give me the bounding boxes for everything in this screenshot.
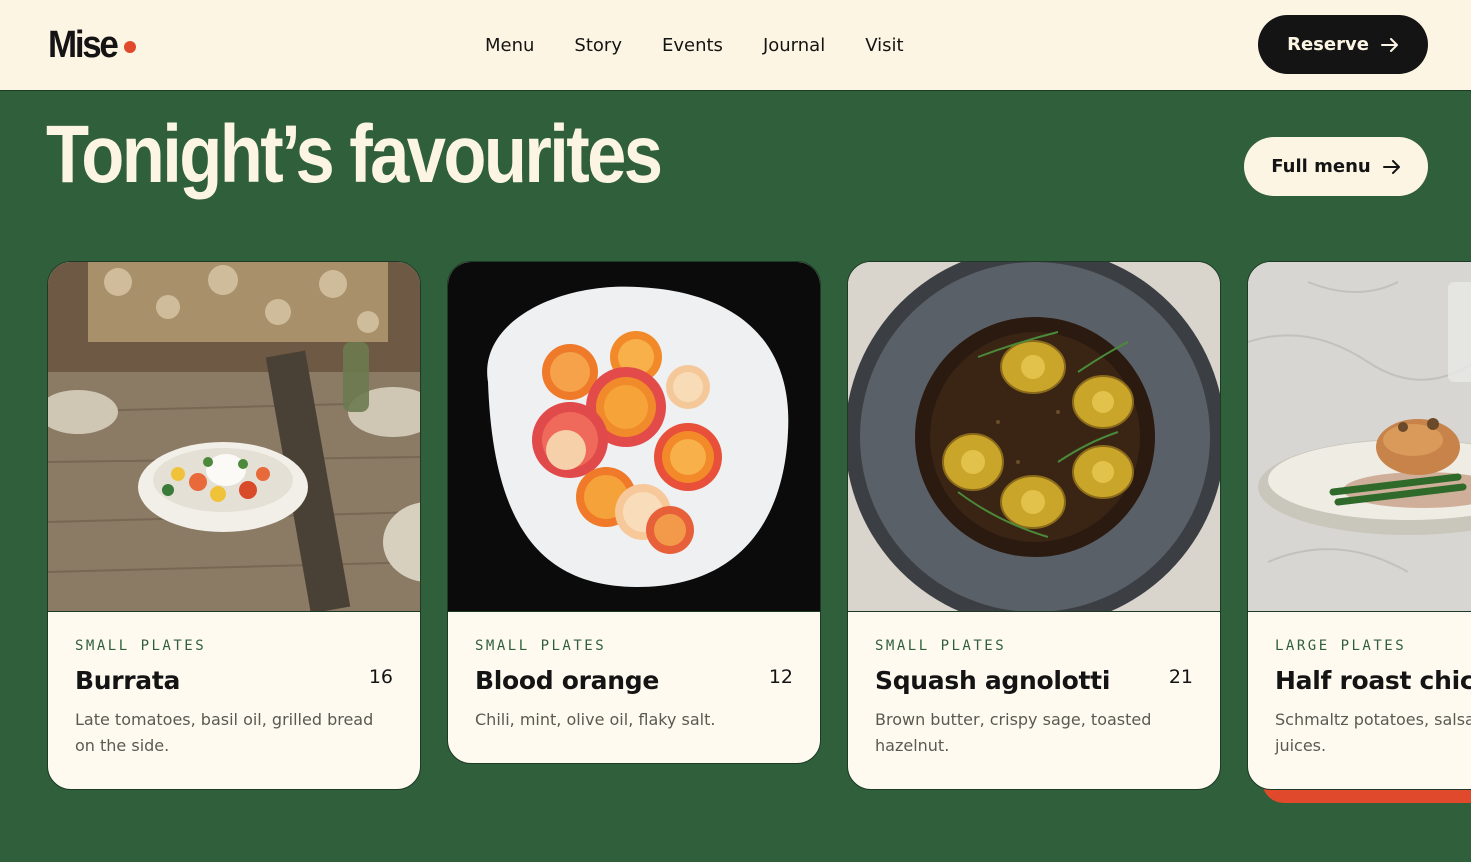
- card-category: SMALL PLATES: [875, 638, 1007, 654]
- card-price: 12: [768, 666, 793, 688]
- card-price: 21: [1168, 666, 1193, 688]
- main-nav: Menu Story Events Journal Visit: [485, 32, 944, 58]
- site-header: Mise Menu Story Events Journal Visit Res…: [0, 0, 1471, 91]
- card-description: Schmaltz potatoes, salsa verde, pan juic…: [1275, 710, 1471, 755]
- nav-link-visit[interactable]: Visit: [865, 35, 903, 56]
- arrow-right-icon: [1382, 159, 1400, 174]
- nav-link-journal[interactable]: Journal: [763, 35, 825, 56]
- section-title: Tonight’s favourites: [46, 109, 663, 200]
- dish-card-burrata[interactable]: SMALL PLATES Burrata 16 Late tomatoes, b…: [47, 261, 421, 790]
- dish-carousel[interactable]: SMALL PLATES Burrata 16 Late tomatoes, b…: [0, 261, 1471, 821]
- full-menu-button[interactable]: Full menu: [1244, 137, 1428, 196]
- card-category: SMALL PLATES: [475, 638, 607, 654]
- nav-link-menu[interactable]: Menu: [485, 35, 534, 56]
- card-category: LARGE PLATES: [1275, 638, 1407, 654]
- agnolotti-photo: [848, 262, 1220, 612]
- card-category: SMALL PLATES: [75, 638, 207, 654]
- card-price: 16: [368, 666, 393, 688]
- card-description: Late tomatoes, basil oil, grilled bread …: [75, 710, 374, 755]
- reserve-label: Reserve: [1287, 34, 1369, 55]
- dish-card-half-roast-chicken[interactable]: LARGE PLATES Half roast chicken Schmaltz…: [1247, 261, 1471, 790]
- card-description: Brown butter, crispy sage, toasted hazel…: [875, 710, 1152, 755]
- reserve-button[interactable]: Reserve: [1258, 15, 1428, 74]
- card-description: Chili, mint, olive oil, flaky salt.: [475, 710, 716, 729]
- chicken-photo: [1248, 262, 1471, 612]
- dish-card-squash-agnolotti[interactable]: SMALL PLATES Squash agnolotti 21 Brown b…: [847, 261, 1221, 790]
- brand-dot: [124, 41, 137, 53]
- nav-link-events[interactable]: Events: [662, 35, 723, 56]
- full-menu-label: Full menu: [1271, 156, 1371, 177]
- card-title: Burrata: [75, 666, 181, 695]
- nav-link-story[interactable]: Story: [574, 35, 622, 56]
- blood-orange-photo: [448, 262, 820, 612]
- dish-card-blood-orange[interactable]: SMALL PLATES Blood orange 12 Chili, mint…: [447, 261, 821, 764]
- arrow-right-icon: [1380, 37, 1398, 52]
- card-title: Squash agnolotti: [875, 666, 1111, 695]
- brand-logo[interactable]: Mise: [48, 23, 137, 67]
- card-title: Blood orange: [475, 666, 659, 695]
- burrata-photo: [48, 262, 420, 612]
- brand-name: Mise: [48, 23, 119, 66]
- card-title: Half roast chicken: [1275, 666, 1471, 695]
